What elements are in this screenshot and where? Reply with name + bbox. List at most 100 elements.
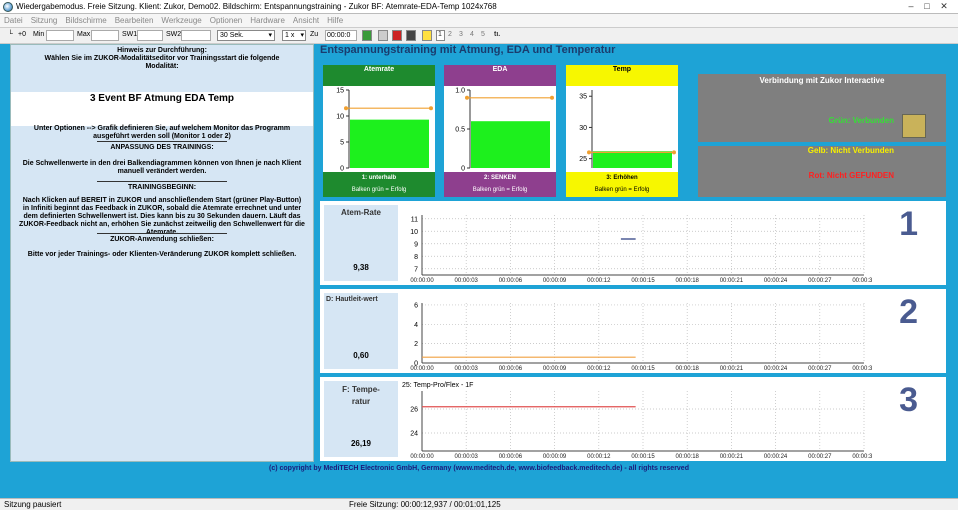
time-window-select[interactable]: 30 Sek. ▾ (217, 30, 275, 41)
trend-chart: 00:00:00 00:00:03 00:00:06 00:00:09 00:00:12… (410, 302, 872, 372)
gauge-body: 1.0 0.5 0 (444, 86, 556, 173)
min-field[interactable] (46, 30, 74, 41)
chart-title: 25: Temp-Pro/Flex - 1F (402, 382, 473, 389)
gauge-tick-label: 1.0 (455, 88, 465, 95)
menu-view[interactable]: Ansicht (289, 14, 323, 28)
close-heading: ZUKOR-Anwendung schließen: (110, 236, 214, 243)
stop-icon[interactable] (378, 30, 388, 41)
row-number: 2 (899, 293, 918, 331)
x-tick-label: 00:00:21 (720, 278, 744, 284)
maximize-button[interactable]: □ (921, 1, 933, 12)
gauge-tick-label: 0.5 (455, 127, 465, 134)
gauge-tick-label: 15 (336, 88, 344, 95)
page-5[interactable]: 5 (481, 31, 485, 38)
x-tick-label: 00:00:03 (455, 366, 479, 372)
x-tick-label: 00:00:06 (499, 454, 523, 460)
x-tick-label: 00:00:27 (808, 278, 832, 284)
x-tick-label: 00:00:03 (455, 278, 479, 284)
time-field[interactable]: 00:00:0 (325, 30, 357, 41)
zukor-logo-icon[interactable] (902, 114, 926, 138)
menu-edit[interactable]: Bearbeiten (111, 14, 158, 28)
app-icon (3, 2, 13, 12)
row-label: F: Tempe-ratur (342, 385, 380, 406)
divider (97, 141, 227, 142)
x-tick-label: 00:00:12 (587, 366, 611, 372)
menu-session[interactable]: Sitzung (27, 14, 62, 28)
menu-options[interactable]: Optionen (206, 14, 246, 28)
gauge-footer-hint: Balken grün = Erfolg (594, 187, 650, 193)
x-tick-label: 00:00:27 (808, 454, 832, 460)
menu-hardware[interactable]: Hardware (246, 14, 289, 28)
record-icon[interactable] (392, 30, 402, 41)
gauge-tick-label: 30 (579, 125, 587, 132)
connection-red: Rot: Nicht GEFUNDEN (808, 171, 894, 180)
status-bar: Sitzung pausiert Freie Sitzung: 00:00:12… (0, 498, 958, 510)
page-1[interactable]: 1 (438, 31, 442, 38)
x-tick-label: 00:00:24 (764, 278, 788, 284)
x-tick-label: 00:00:00 (410, 454, 434, 460)
close-button[interactable]: ✕ (938, 1, 950, 12)
gauge-chart: 35 30 25 (579, 90, 676, 168)
page-2[interactable]: 2 (448, 31, 452, 38)
row-label-box: F: Tempe-ratur 26,19 (324, 381, 398, 457)
zoom-icon[interactable]: └ (8, 31, 13, 38)
x-tick-label: 00:00:18 (676, 454, 700, 460)
page-4[interactable]: 4 (470, 31, 474, 38)
status-left: Sitzung pausiert (4, 500, 62, 509)
gauge-header: Temp (566, 65, 678, 86)
gauge-tick-label: 25 (579, 156, 587, 163)
speed-value: 1 x (285, 32, 295, 39)
x-tick-label: 00:00:06 (499, 278, 523, 284)
sw1-field[interactable] (137, 30, 163, 41)
minimize-button[interactable]: – (905, 1, 917, 12)
threshold-marker (344, 106, 348, 111)
menu-help[interactable]: Hilfe (323, 14, 347, 28)
gauge-footer-mode: 1: unterhalb (361, 175, 397, 181)
gauge-footer-mode: 3: Erhöhen (606, 175, 638, 181)
chart-icon[interactable]: tı. (494, 31, 500, 38)
copyright-footer: (c) copyright by MediTECH Electronic Gmb… (269, 465, 689, 472)
x-tick-label: 00:00:03 (455, 454, 479, 460)
sw2-field[interactable] (181, 30, 211, 41)
gauge-header: Atemrate (323, 65, 435, 86)
connection-status-panel: Gelb: Nicht Verbunden Rot: Nicht GEFUNDE… (698, 146, 946, 197)
status-center: Freie Sitzung: 00:00:12,937 / 00:01:01,1… (349, 500, 501, 509)
adapt-text: Die Schwellenwerte in den drei Balkendia… (22, 160, 302, 175)
menu-file[interactable]: Datei (0, 14, 27, 28)
x-tick-label: 00:00:30 (852, 278, 872, 284)
row-number: 3 (899, 381, 918, 419)
max-label: Max (77, 31, 91, 38)
gauge-body: 35 30 25 (566, 86, 678, 172)
speed-select[interactable]: 1 x ▾ (282, 30, 306, 41)
connection-yellow: Gelb: Nicht Verbunden (807, 146, 894, 155)
time-window-value: 30 Sek. (220, 32, 244, 39)
trend-row-skin-conductance: D: Hautleit-wert 0,60 00:00:00 00:00:03 00… (320, 289, 946, 373)
pause-icon[interactable] (422, 30, 432, 41)
trend-chart: 00:00:00 00:00:03 00:00:06 00:00:09 00:00:12… (410, 215, 872, 284)
page-3[interactable]: 3 (459, 31, 463, 38)
gauge-footer: 3: Erhöhen Balken grün = Erfolg (566, 172, 678, 197)
y-tick-label: 6 (414, 302, 418, 309)
gauge-breath-rate: Atemrate 15 10 5 0 1: unterhalb Balken grün… (323, 65, 435, 197)
row-value: 9,38 (353, 263, 369, 272)
threshold-marker (672, 150, 676, 155)
y-tick-label: 26 (410, 407, 418, 414)
threshold-marker (429, 106, 433, 111)
snapshot-icon[interactable] (406, 30, 416, 41)
gauge-footer: 2: SENKEN Balken grün = Erfolg (444, 172, 556, 197)
x-tick-label: 00:00:09 (543, 366, 567, 372)
play-icon[interactable] (362, 30, 372, 41)
x-tick-label: 00:00:12 (587, 454, 611, 460)
x-tick-label: 00:00:21 (720, 366, 744, 372)
gauge-tick-label: 10 (336, 114, 344, 121)
instruction-heading2: Wählen Sie im ZUKOR-Modalitätseditor vor… (44, 55, 280, 70)
x-tick-label: 00:00:15 (631, 366, 655, 372)
max-field[interactable] (91, 30, 119, 41)
menu-tools[interactable]: Werkzeuge (157, 14, 205, 28)
adapt-heading: ANPASSUNG DES TRAININGS: (110, 144, 214, 151)
row-label: D: Hautleit-wert (326, 296, 378, 303)
chevron-down-icon: ▾ (268, 32, 272, 39)
chevron-down-icon: ▾ (300, 32, 304, 39)
menu-screens[interactable]: Bildschirme (61, 14, 110, 28)
main-title: Entspannungstraining mit Atmung, EDA und… (320, 44, 616, 56)
